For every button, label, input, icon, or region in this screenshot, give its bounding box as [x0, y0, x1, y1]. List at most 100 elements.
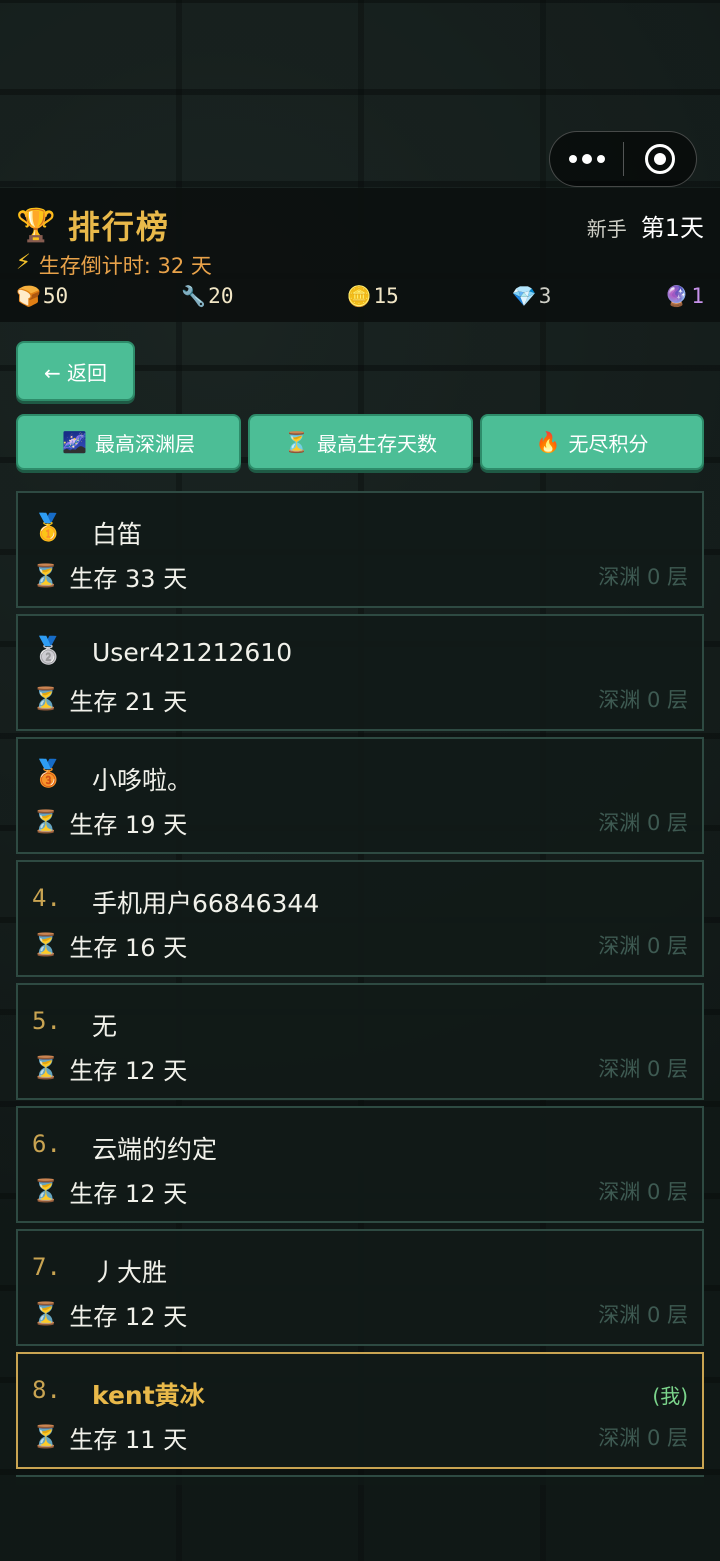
rank-number: 5.: [32, 1007, 61, 1035]
player-name: 云端的约定: [92, 1135, 218, 1164]
leaderboard-row[interactable]: 6. 云端的约定 ⏳ 生存 12 天 深渊 0 层: [16, 1106, 704, 1223]
close-program-button[interactable]: [624, 144, 696, 174]
tab-label: 最高生存天数: [316, 431, 437, 456]
rank-number: 8.: [32, 1376, 61, 1404]
survival-days: ⏳ 生存 12 天: [32, 1051, 187, 1086]
resource-wrench: 🔧 20: [181, 284, 233, 308]
survival-days: ⏳ 生存 16 天: [32, 928, 187, 963]
hourglass-icon: ⏳: [284, 430, 309, 454]
player-name: kent黄冰: [92, 1381, 205, 1410]
survival-text: 生存 11 天: [69, 1426, 188, 1454]
trophy-icon: 🏆: [16, 206, 56, 244]
hourglass-icon: ⏳: [32, 1179, 60, 1204]
coin-icon: 🪙: [346, 284, 372, 308]
bread-icon: 🍞: [16, 284, 41, 308]
resource-value: 50: [42, 284, 69, 308]
leaderboard-row[interactable]: 4. 手机用户66846344 ⏳ 生存 16 天 深渊 0 层: [16, 860, 704, 977]
self-tag: (我): [652, 1384, 688, 1408]
resource-value: 1: [691, 284, 704, 308]
survival-days: ⏳ 生存 19 天: [32, 805, 187, 840]
leaderboard-row[interactable]: 5. 无 ⏳ 生存 12 天 深渊 0 层: [16, 983, 704, 1100]
survival-text: 生存 16 天: [69, 934, 188, 962]
fire-icon: 🔥: [535, 430, 561, 454]
abyss-level: 深渊 0 层: [598, 565, 688, 589]
leaderboard-row[interactable]: 🥈 User421212610 ⏳ 生存 21 天 深渊 0 层: [16, 614, 704, 731]
galaxy-icon: 🌌: [62, 430, 87, 454]
leaderboard-row-self[interactable]: 8. kent黄冰 (我) ⏳ 生存 11 天 深渊 0 层: [16, 1352, 704, 1469]
resource-value: 15: [373, 284, 399, 308]
resource-coin: 🪙 15: [347, 284, 399, 308]
hourglass-icon: ⏳: [32, 1056, 60, 1081]
mini-program-capsule: [549, 131, 697, 187]
hourglass-icon: ⏳: [32, 1302, 60, 1327]
abyss-level: 深渊 0 层: [598, 934, 688, 958]
game-day: 第1天: [640, 214, 704, 242]
survival-days: ⏳ 生存 33 天: [32, 559, 187, 594]
survival-text: 生存 21 天: [69, 688, 188, 716]
survival-text: 生存 33 天: [69, 565, 188, 593]
title-row: 🏆 排行榜: [16, 202, 170, 248]
player-name: User421212610: [92, 638, 293, 667]
resource-crystal: 🔮 1: [664, 284, 704, 308]
lightning-icon: ⚡: [16, 250, 31, 274]
tab-label: 最高深渊层: [94, 431, 195, 456]
player-name: 手机用户66846344: [92, 889, 320, 918]
crystal-ball-icon: 🔮: [664, 284, 690, 308]
abyss-level: 深渊 0 层: [598, 1426, 688, 1450]
survival-text: 生存 19 天: [69, 811, 188, 839]
leaderboard-row-partial: [16, 1475, 704, 1485]
wrench-icon: 🔧: [181, 284, 207, 308]
status-header: 🏆 排行榜 新手 第1天 ⚡ 生存倒计时: 32 天 🍞 50 🔧 20 🪙 15 💎…: [0, 188, 720, 322]
abyss-level: 深渊 0 层: [598, 811, 688, 835]
leaderboard-row[interactable]: 🥉 小哆啦。 ⏳ 生存 19 天 深渊 0 层: [16, 737, 704, 854]
tab-endless-score[interactable]: 🔥 无尽积分: [480, 414, 704, 470]
abyss-level: 深渊 0 层: [598, 688, 688, 712]
rank-number: 7.: [32, 1253, 61, 1281]
resource-bread: 🍞 50: [16, 284, 68, 308]
player-name: 丿大胜: [92, 1258, 168, 1287]
countdown-text: 生存倒计时: 32 天: [38, 254, 212, 278]
player-level: 新手: [586, 217, 627, 241]
abyss-level: 深渊 0 层: [598, 1057, 688, 1081]
leaderboard-row[interactable]: 7. 丿大胜 ⏳ 生存 12 天 深渊 0 层: [16, 1229, 704, 1346]
player-name: 小哆啦。: [92, 766, 193, 795]
target-icon: [644, 144, 675, 174]
survival-text: 生存 12 天: [69, 1303, 188, 1331]
leaderboard-row[interactable]: 🥇 白笛 ⏳ 生存 33 天 深渊 0 层: [16, 491, 704, 608]
survival-countdown: ⚡ 生存倒计时: 32 天: [16, 250, 212, 280]
back-label: ← 返回: [43, 360, 108, 385]
abyss-level: 深渊 0 层: [598, 1303, 688, 1327]
player-name: 白笛: [92, 520, 143, 549]
hourglass-icon: ⏳: [32, 933, 60, 958]
resource-bar: 🍞 50 🔧 20 🪙 15 💎 3 🔮 1: [16, 284, 704, 308]
tab-highest-abyss[interactable]: 🌌 最高深渊层: [16, 414, 241, 470]
tab-longest-survival[interactable]: ⏳ 最高生存天数: [248, 414, 473, 470]
resource-gem: 💎 3: [512, 284, 552, 308]
resource-value: 3: [538, 284, 552, 308]
survival-days: ⏳ 生存 11 天: [32, 1420, 187, 1455]
gem-icon: 💎: [511, 284, 537, 308]
resource-value: 20: [208, 284, 234, 308]
survival-days: ⏳ 生存 12 天: [32, 1297, 187, 1332]
tab-label: 无尽积分: [568, 431, 649, 456]
silver-medal-icon: 🥈: [32, 636, 65, 666]
player-name: 无: [92, 1012, 118, 1041]
hourglass-icon: ⏳: [32, 810, 60, 835]
hourglass-icon: ⏳: [32, 564, 60, 589]
survival-days: ⏳ 生存 12 天: [32, 1174, 187, 1209]
page-title: 排行榜: [67, 208, 170, 246]
hourglass-icon: ⏳: [32, 1425, 60, 1450]
survival-text: 生存 12 天: [69, 1180, 188, 1208]
gold-medal-icon: 🥇: [32, 513, 65, 543]
bronze-medal-icon: 🥉: [32, 759, 65, 789]
rank-number: 4.: [32, 884, 61, 912]
player-level-info: 新手 第1天: [587, 208, 704, 243]
hourglass-icon: ⏳: [32, 687, 60, 712]
rank-number: 6.: [32, 1130, 61, 1158]
survival-text: 生存 12 天: [69, 1057, 188, 1085]
survival-days: ⏳ 生存 21 天: [32, 682, 187, 717]
abyss-level: 深渊 0 层: [598, 1180, 688, 1204]
leaderboard-list: 🥇 白笛 ⏳ 生存 33 天 深渊 0 层 🥈 User421212610 ⏳ 生存…: [16, 491, 704, 1475]
back-button[interactable]: ← 返回: [16, 341, 135, 401]
more-options-button[interactable]: [550, 154, 623, 164]
